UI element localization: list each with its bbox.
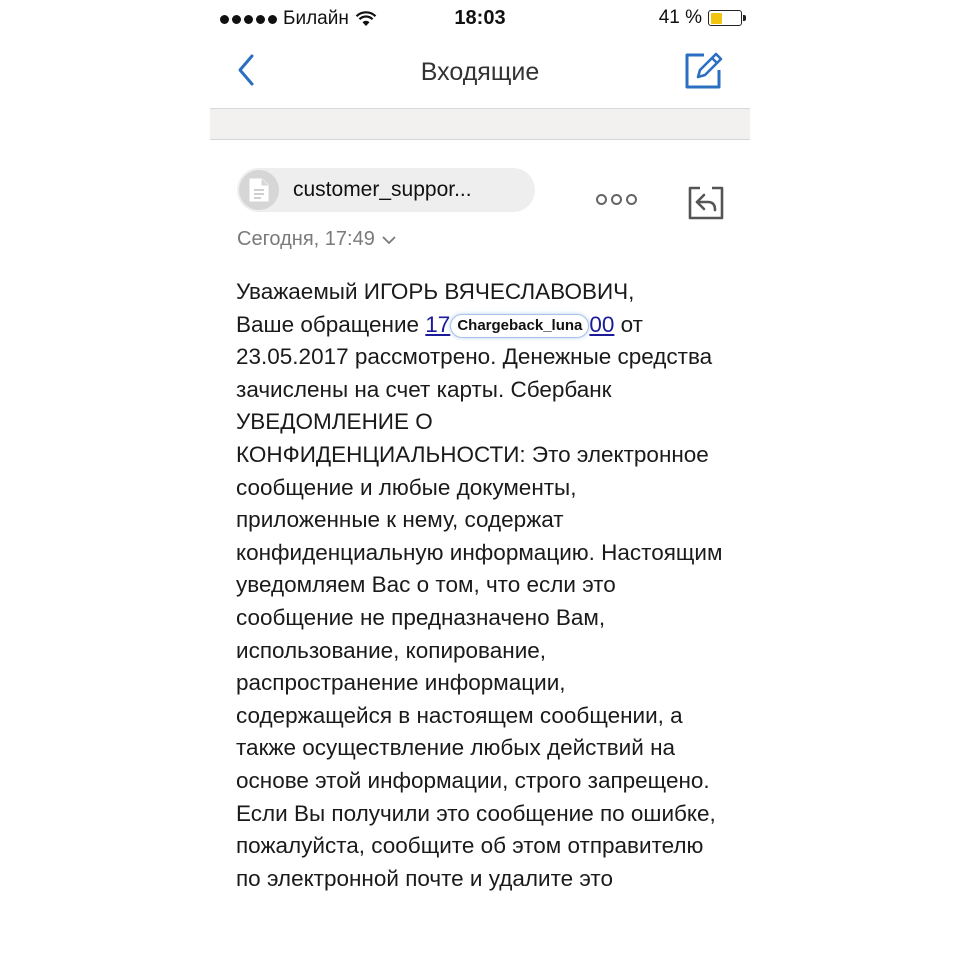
clock: 18:03: [454, 7, 506, 29]
body-suffix: от: [614, 311, 643, 337]
battery-level: [710, 12, 723, 24]
header-band: [210, 109, 750, 140]
link-start: 17: [425, 311, 451, 337]
compose-button[interactable]: [682, 50, 724, 92]
battery-percent: 41 %: [658, 7, 702, 28]
document-icon: [249, 178, 269, 202]
more-dot: [596, 194, 607, 205]
body-rest: 23.05.2017 рассмотрено. Денежные средств…: [236, 344, 723, 891]
reply-icon: [688, 186, 724, 220]
body-greeting: Уважаемый ИГОРЬ ВЯЧЕСЛАВОВИЧ,: [236, 279, 635, 304]
avatar: [239, 170, 279, 210]
body-paragraph: Ваше обращение 17 Chargeback_luna 00 от 23…: [236, 309, 726, 896]
reply-button[interactable]: [686, 182, 726, 222]
page-title: Входящие: [420, 58, 540, 86]
request-number-link[interactable]: 17 Chargeback_luna 00: [425, 311, 615, 338]
message-date[interactable]: Сегодня, 17:49: [237, 228, 397, 251]
navigation-bar: Входящие: [210, 36, 750, 108]
body-prefix: Ваше обращение: [236, 311, 426, 337]
message-body: Уважаемый ИГОРЬ ВЯЧЕСЛАВОВИЧ, Ваше обращ…: [236, 276, 726, 895]
compose-icon: [685, 52, 723, 89]
more-options-button[interactable]: [596, 194, 637, 205]
status-right: 41 %: [658, 7, 746, 29]
more-dot: [611, 194, 622, 205]
date-text: Сегодня, 17:49: [237, 228, 375, 250]
status-bar: Билайн 18:03 41 %: [0, 0, 960, 36]
chevron-down-icon: [382, 235, 396, 244]
more-dot: [626, 194, 637, 205]
battery-icon: [708, 10, 746, 26]
link-end: 00: [589, 311, 615, 337]
sender-chip[interactable]: customer_suppor...: [237, 168, 535, 212]
watermark-label: Chargeback_luna: [450, 313, 590, 338]
sender-name: customer_suppor...: [293, 178, 472, 201]
